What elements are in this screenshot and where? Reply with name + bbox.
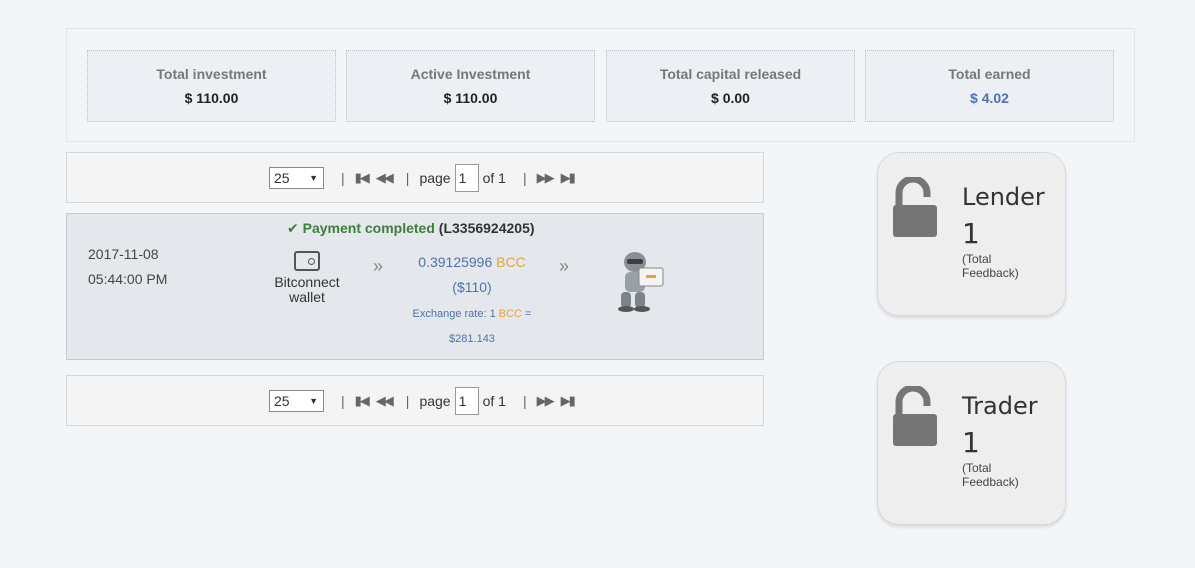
per-page-select[interactable]: 25 ▼ — [269, 167, 324, 189]
pagination-top: 25 ▼ | ▮◀ ◀◀ | page 1 of 1 | ▶▶ ▶▮ — [66, 152, 764, 203]
status-label: Payment completed — [302, 220, 435, 236]
rate-eq: = — [525, 308, 532, 320]
transaction-date: 2017-11-08 — [88, 246, 159, 262]
divider: | — [522, 393, 527, 409]
stat-value: $ 0.00 — [711, 90, 750, 106]
card-title: Trader — [962, 392, 1038, 420]
coin-symbol: BCC — [496, 254, 526, 270]
previous-page-icon[interactable]: ◀◀ — [376, 170, 394, 186]
double-chevron-right-icon: » — [559, 256, 570, 276]
stat-label: Active Investment — [410, 66, 531, 82]
divider: | — [341, 393, 345, 409]
next-page-icon[interactable]: ▶▶ — [537, 393, 555, 409]
stat-label: Total capital released — [659, 66, 802, 82]
transaction-time: 05:44:00 PM — [88, 271, 168, 287]
exchange-rate: Exchange rate: 1 BCC = $281.143 — [397, 302, 547, 352]
rate-coin: BCC — [498, 308, 522, 320]
previous-page-icon[interactable]: ◀◀ — [376, 393, 394, 409]
per-page-select[interactable]: 25 ▼ — [269, 390, 324, 412]
coin-amount: 0.39125996 — [418, 254, 493, 270]
divider: | — [522, 170, 527, 186]
last-page-icon[interactable]: ▶▮ — [561, 393, 576, 409]
next-page-icon[interactable]: ▶▶ — [537, 170, 555, 186]
first-page-icon[interactable]: ▮◀ — [355, 170, 370, 186]
wallet-icon — [294, 251, 320, 271]
divider: | — [405, 393, 410, 409]
pagination-bottom: 25 ▼ | ▮◀ ◀◀ | page 1 of 1 | ▶▶ ▶▮ — [66, 375, 764, 426]
payment-status: ✔ Payment completed (L3356924205) — [287, 220, 535, 237]
trader-feedback-card: Trader 1 (Total Feedback) — [877, 361, 1066, 525]
usd-amount: ($110) — [452, 279, 492, 295]
stat-value: $ 110.00 — [443, 90, 498, 106]
check-icon: ✔ — [287, 220, 299, 236]
wallet-label-2: wallet — [289, 289, 325, 305]
stat-total-investment: Total investment $ 110.00 — [87, 50, 336, 122]
card-title: Lender — [962, 183, 1045, 211]
wallet-label-1: Bitconnect — [274, 274, 340, 290]
unlocked-padlock-icon — [893, 177, 937, 237]
last-page-icon[interactable]: ▶▮ — [561, 170, 576, 186]
card-feedback-label: (Total Feedback) — [962, 461, 1019, 489]
double-chevron-right-icon: » — [373, 256, 384, 276]
page-count: of 1 — [482, 170, 506, 186]
card-count: 1 — [962, 426, 980, 459]
stat-label: Total earned — [948, 66, 1031, 82]
divider: | — [341, 170, 345, 186]
stats-panel: Total investment $ 110.00 Active Investm… — [66, 28, 1135, 142]
stat-total-capital-released: Total capital released $ 0.00 — [606, 50, 855, 122]
divider: | — [405, 170, 410, 186]
stat-value: $ 110.00 — [184, 90, 239, 106]
transaction-amount: 0.39125996 BCC ($110) — [397, 250, 547, 300]
lender-feedback-card: Lender 1 (Total Feedback) — [877, 152, 1066, 316]
stat-value: $ 4.02 — [970, 90, 1009, 106]
transaction-ref: (L3356924205) — [438, 220, 535, 236]
page-count: of 1 — [482, 393, 506, 409]
page-input[interactable]: 1 — [454, 164, 479, 192]
stat-total-earned: Total earned $ 4.02 — [865, 50, 1114, 122]
source-wallet: Bitconnect wallet — [262, 251, 352, 305]
transaction-datetime: 2017-11-08 05:44:00 PM — [88, 242, 167, 292]
stat-label: Total investment — [156, 66, 267, 82]
page-input[interactable]: 1 — [454, 387, 479, 415]
rate-prefix: Exchange rate: 1 — [412, 308, 496, 320]
card-feedback-label: (Total Feedback) — [962, 252, 1019, 280]
card-count: 1 — [962, 217, 980, 250]
first-page-icon[interactable]: ▮◀ — [355, 393, 370, 409]
page-label: page — [419, 393, 451, 409]
chevron-down-icon: ▼ — [309, 173, 318, 183]
chevron-down-icon: ▼ — [309, 396, 318, 406]
page-label: page — [419, 170, 451, 186]
unlocked-padlock-icon — [893, 386, 937, 446]
robot-icon — [618, 252, 664, 312]
stat-active-investment: Active Investment $ 110.00 — [346, 50, 595, 122]
transaction-row: ✔ Payment completed (L3356924205) 2017-1… — [66, 213, 764, 360]
rate-value: $281.143 — [449, 333, 495, 345]
